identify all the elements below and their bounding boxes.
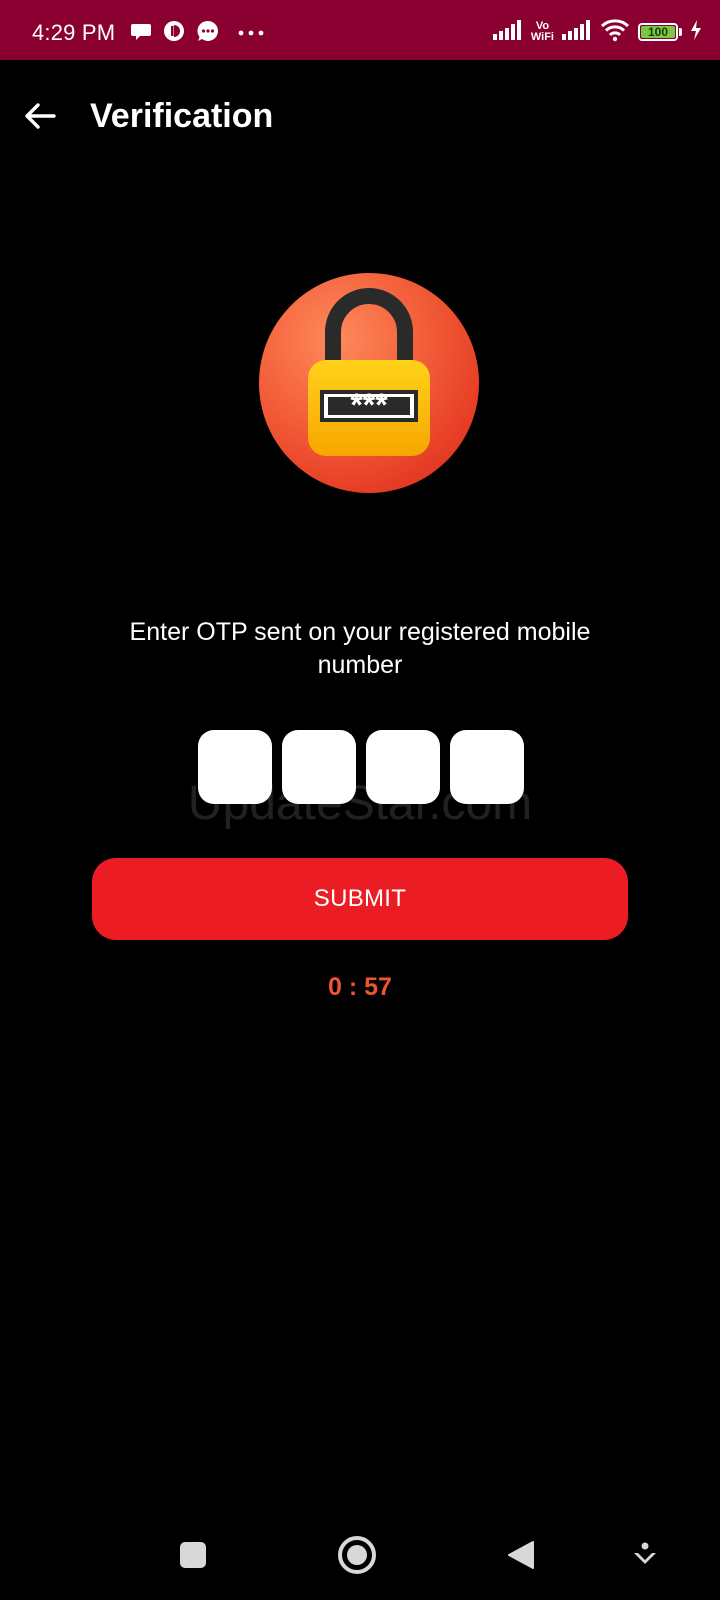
home-circle-icon: [338, 1536, 376, 1574]
signal-icon: [492, 19, 523, 45]
lock-illustration: ***: [258, 272, 480, 494]
system-status-icons: Vo WiFi 100: [492, 18, 702, 47]
masked-code-text: ***: [350, 387, 388, 423]
otp-input-row: [198, 730, 524, 804]
assistant-button[interactable]: [620, 1530, 670, 1580]
system-nav-bar: [0, 1510, 720, 1600]
verification-screen: 4:29 PM Vo WiFi 100 Verification *** Ent…: [0, 0, 720, 1600]
signal-icon-2: [562, 19, 592, 45]
home-button[interactable]: [332, 1530, 382, 1580]
otp-digit-4[interactable]: [450, 730, 524, 804]
status-bar: 4:29 PM Vo WiFi 100: [0, 0, 720, 60]
vowifi-indicator: Vo WiFi: [531, 21, 554, 43]
battery-tip: [679, 28, 682, 36]
recents-square-icon: [180, 1542, 206, 1568]
battery-level: 100: [647, 25, 669, 39]
otp-timer: 0 : 57: [328, 973, 392, 1001]
padlock-icon: ***: [259, 273, 479, 493]
otp-digit-3[interactable]: [366, 730, 440, 804]
battery-indicator: 100: [638, 23, 682, 41]
back-triangle-icon: [508, 1541, 534, 1569]
notification-icons: [130, 19, 264, 48]
battery-icon: 100: [638, 23, 678, 41]
page-title: Verification: [90, 97, 274, 135]
charging-bolt-icon: [690, 19, 702, 45]
wifi-icon: [600, 18, 630, 47]
submit-button[interactable]: SUBMIT: [92, 858, 628, 940]
otp-digit-2[interactable]: [282, 730, 356, 804]
chat-bubble-icon: [130, 20, 152, 47]
wifi-label: WiFi: [530, 31, 554, 43]
back-nav-button[interactable]: [496, 1530, 546, 1580]
app-icon: [162, 19, 186, 48]
message-icon: [196, 19, 220, 48]
otp-digit-1[interactable]: [198, 730, 272, 804]
status-time: 4:29 PM: [32, 20, 116, 45]
more-dots-icon: [238, 24, 264, 42]
assistant-down-icon: [634, 1542, 656, 1564]
app-bar: Verification: [0, 60, 720, 176]
arrow-left-icon: [25, 103, 56, 129]
otp-instruction: Enter OTP sent on your registered mobile…: [129, 618, 591, 679]
recents-button[interactable]: [168, 1530, 218, 1580]
back-button[interactable]: [20, 96, 60, 136]
